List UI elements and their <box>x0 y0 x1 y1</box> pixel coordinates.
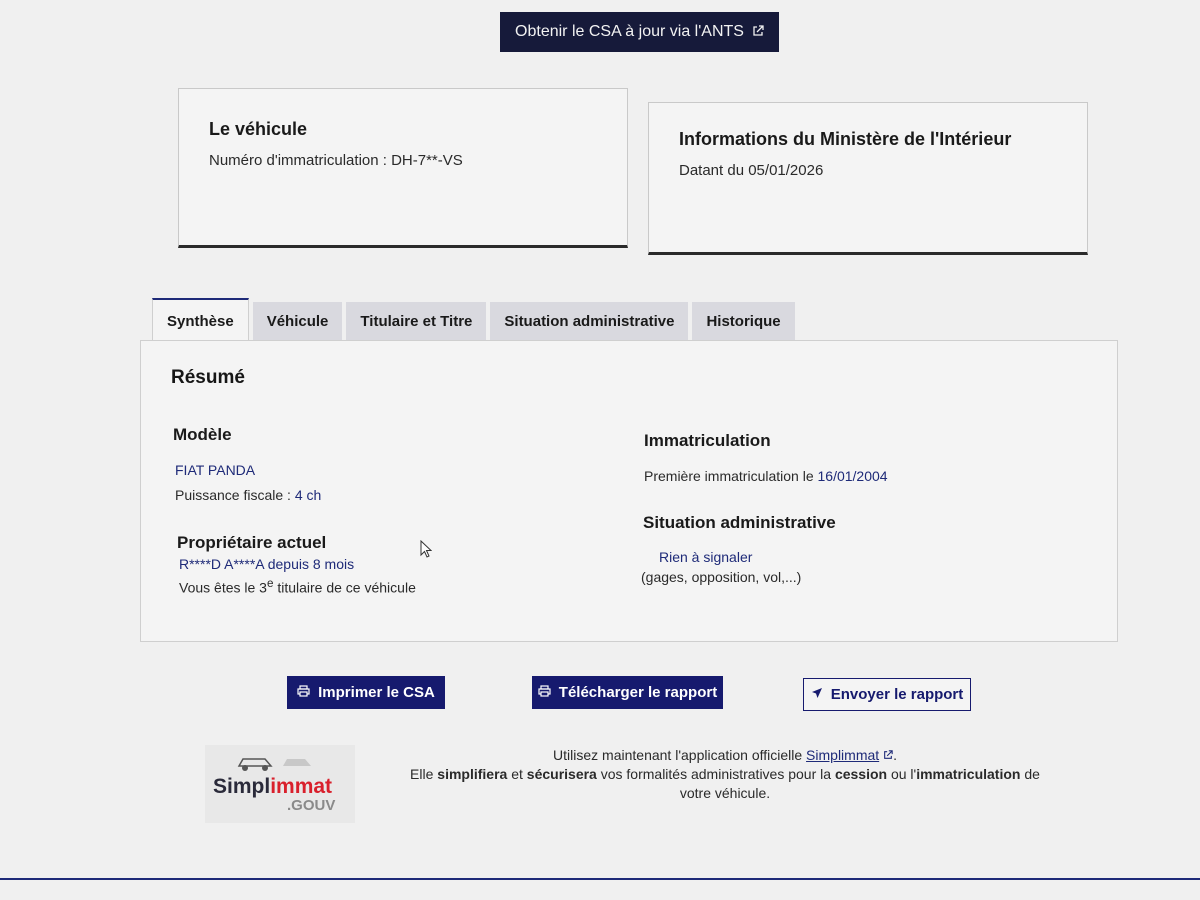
holder-rank-suffix: titulaire de ce véhicule <box>273 579 416 596</box>
promo-e: vos formalités administratives pour la <box>596 766 835 782</box>
send-report-button[interactable]: Envoyer le rapport <box>803 678 971 711</box>
car-icon <box>237 758 311 771</box>
send-report-label: Envoyer le rapport <box>830 686 964 703</box>
promo-d: sécurisera <box>526 766 597 782</box>
summary-panel: Résumé Modèle FIAT PANDA Puissance fisca… <box>140 340 1118 642</box>
footer-divider <box>0 878 1200 880</box>
logo-main: Simpl <box>213 775 271 798</box>
promo-b: simplifiera <box>437 766 508 782</box>
external-link-icon <box>752 24 764 40</box>
simplimmat-logo: Simplimmat .GOUV <box>205 745 355 823</box>
promo-a: Elle <box>410 766 438 782</box>
tab-titulaire[interactable]: Titulaire et Titre <box>346 302 487 340</box>
vehicle-card-title: Le véhicule <box>209 119 308 139</box>
printer-icon <box>538 685 551 700</box>
tab-bar: Synthèse Véhicule Titulaire et Titre Sit… <box>152 298 795 342</box>
promo-line1-prefix: Utilisez maintenant l'application offici… <box>553 747 807 763</box>
promo-g: ou l' <box>887 766 917 782</box>
registration-number: Numéro d'immatriculation : DH-7**-VS <box>209 152 463 169</box>
model-name: FIAT PANDA <box>175 462 256 478</box>
promo-h: immatriculation <box>916 766 1021 782</box>
fiscal-power-value: 4 ch <box>294 487 322 503</box>
registration-title: Immatriculation <box>644 431 771 450</box>
promo-line-2: Elle simplifiera et sécurisera vos forma… <box>400 765 1050 803</box>
printer-icon <box>297 685 310 700</box>
simplimmat-link[interactable]: Simplimmat <box>806 747 879 763</box>
send-arrow-icon <box>811 686 823 703</box>
owner-name: R****D A****A <box>179 556 264 572</box>
admin-situation-title: Situation administrative <box>643 513 836 532</box>
print-csa-button[interactable]: Imprimer le CSA <box>287 676 445 709</box>
admin-status: Rien à signaler <box>659 549 753 565</box>
ministry-card-title: Informations du Ministère de l'Intérieur <box>679 129 1012 149</box>
ants-csa-button[interactable]: Obtenir le CSA à jour via l'ANTS <box>500 12 779 52</box>
tab-vehicule[interactable]: Véhicule <box>252 302 343 340</box>
first-registration: Première immatriculation le 16/01/2004 <box>644 468 888 484</box>
owner-title: Propriétaire actuel <box>177 533 327 552</box>
fiscal-power: Puissance fiscale : 4 ch <box>175 487 321 503</box>
promo-line1-suffix: . <box>893 747 897 763</box>
page: Obtenir le CSA à jour via l'ANTS Le véhi… <box>0 0 1200 900</box>
model-title: Modèle <box>173 425 232 444</box>
logo-wordmark: Simplimmat <box>213 775 332 799</box>
owner-line: R****D A****A depuis 8 mois <box>179 556 354 572</box>
first-registration-label: Première immatriculation le <box>644 468 818 484</box>
ants-button-label: Obtenir le CSA à jour via l'ANTS <box>515 23 744 40</box>
simplimmat-promo: Utilisez maintenant l'application offici… <box>400 746 1050 803</box>
holder-rank: Vous êtes le 3e titulaire de ce véhicule <box>179 577 416 596</box>
mouse-cursor-icon <box>420 540 432 558</box>
first-registration-date: 16/01/2004 <box>817 468 888 484</box>
admin-detail: (gages, opposition, vol,...) <box>641 569 802 585</box>
summary-title: Résumé <box>171 367 245 388</box>
download-report-button[interactable]: Télécharger le rapport <box>532 676 723 709</box>
tab-historique[interactable]: Historique <box>692 302 795 340</box>
promo-line-1: Utilisez maintenant l'application offici… <box>400 746 1050 765</box>
logo-accent: immat <box>270 775 333 798</box>
download-report-label: Télécharger le rapport <box>558 684 718 701</box>
promo-f: cession <box>834 766 888 782</box>
promo-c: et <box>507 766 527 782</box>
owner-since: depuis 8 mois <box>267 556 355 572</box>
logo-gouv: .GOUV <box>287 797 336 814</box>
ministry-date: Datant du 05/01/2026 <box>679 162 824 179</box>
tab-situation-administrative[interactable]: Situation administrative <box>490 302 689 340</box>
tab-synthese[interactable]: Synthèse <box>152 298 249 342</box>
external-link-icon <box>883 747 893 763</box>
print-csa-label: Imprimer le CSA <box>318 684 435 701</box>
holder-rank-prefix: Vous êtes le 3 <box>179 579 267 596</box>
fiscal-power-label: Puissance fiscale : <box>175 487 295 503</box>
vehicle-card: Le véhicule Numéro d'immatriculation : D… <box>178 88 628 248</box>
ministry-card: Informations du Ministère de l'Intérieur… <box>648 102 1088 255</box>
